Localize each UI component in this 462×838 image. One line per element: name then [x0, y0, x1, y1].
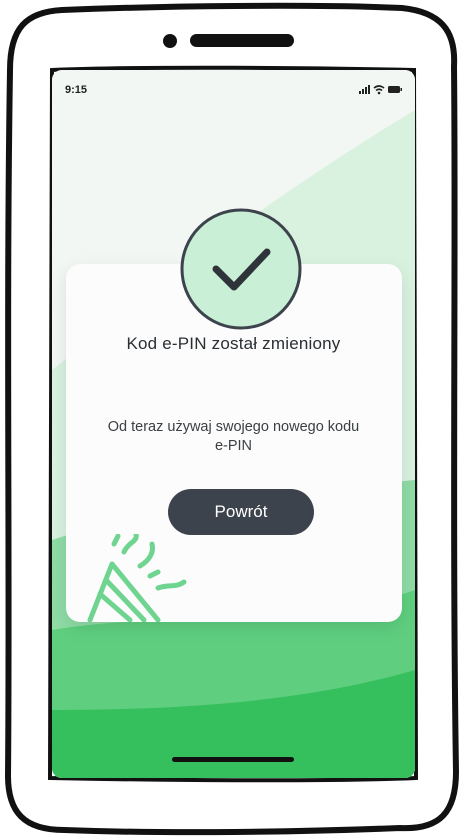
checkmark-icon — [180, 208, 302, 330]
battery-icon — [388, 86, 402, 93]
success-badge — [178, 206, 304, 332]
back-button[interactable]: Powrót — [168, 489, 314, 535]
status-time: 9:15 — [65, 84, 88, 96]
status-bar: 9:15 — [52, 70, 415, 106]
dialog-message-line-1: Od teraz używaj swojego nowego kodu — [107, 419, 360, 435]
signal-bars-icon — [359, 85, 370, 94]
dialog-message-line-2: e-PIN — [214, 438, 253, 454]
wifi-icon — [373, 85, 385, 95]
party-popper-icon — [87, 534, 187, 622]
home-indicator[interactable] — [172, 757, 294, 762]
dialog-message: Od teraz używaj swojego nowego kodu e-PI… — [70, 418, 397, 456]
status-icons — [359, 85, 402, 95]
dialog-title: Kod e-PIN został zmieniony — [126, 334, 341, 353]
